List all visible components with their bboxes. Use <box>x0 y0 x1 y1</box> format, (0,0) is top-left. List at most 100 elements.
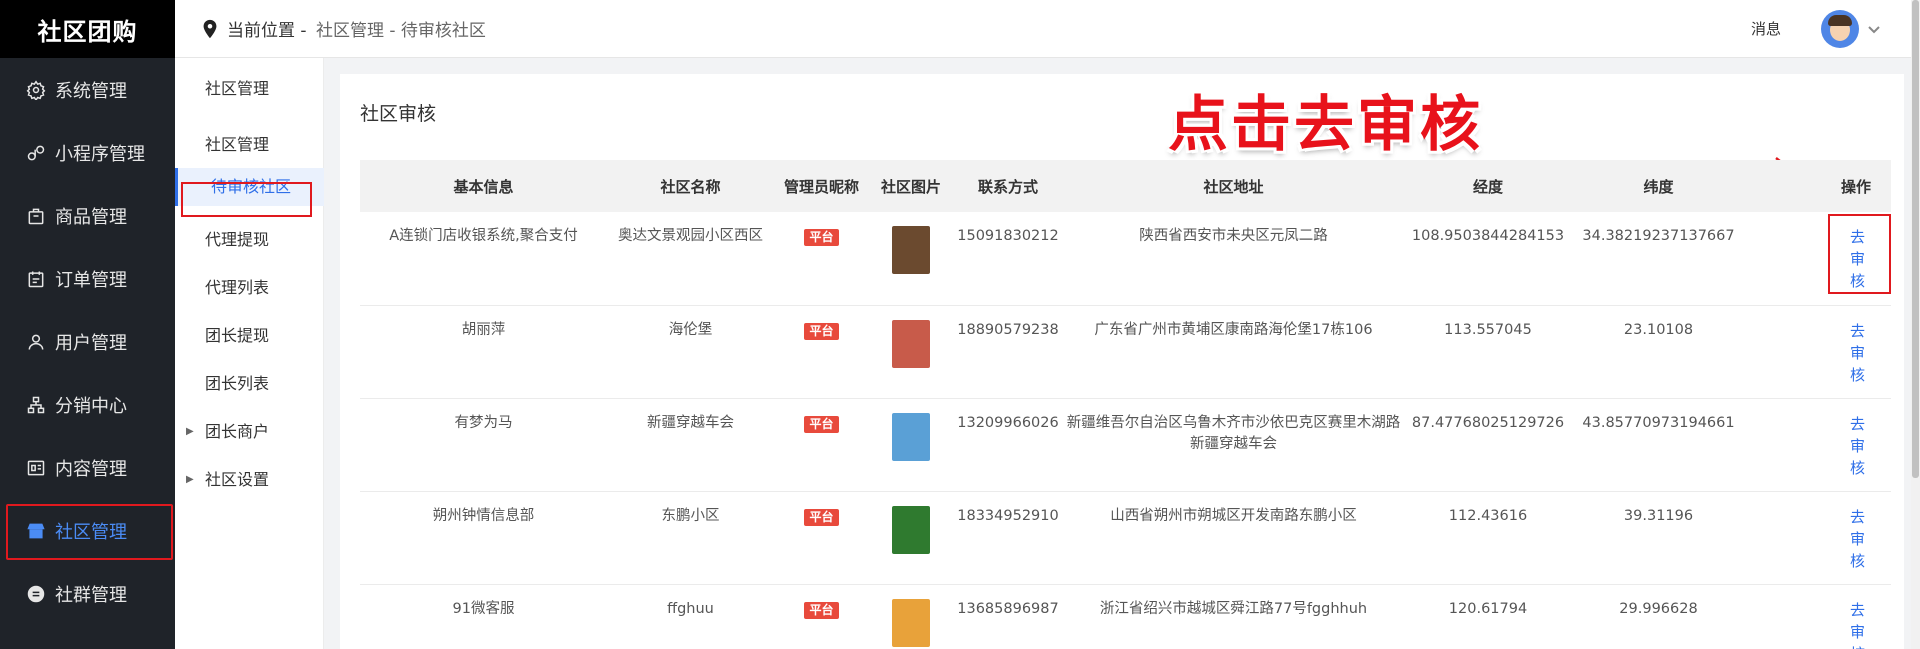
community-image[interactable] <box>892 226 930 274</box>
location-pin-icon <box>199 17 221 41</box>
avatar[interactable] <box>1821 9 1859 48</box>
cell-name: 海伦堡 <box>668 321 713 338</box>
review-link[interactable]: 去审核 <box>1847 320 1865 386</box>
caret-right-icon: ▶ <box>186 426 194 437</box>
cell-address: 浙江省绍兴市越城区舜江路77号fgghhuh <box>1099 600 1368 617</box>
sidebar-item-3[interactable]: 商品管理 <box>0 184 175 247</box>
main-sidebar: 社区团购 系统管理 小程序管理 商品管理 订单管理 用户管理 分销中心 内容管理 社区管理 社群… <box>0 0 175 649</box>
sidebar-item-label: 社群管理 <box>55 584 127 606</box>
cell-latitude: 39.31196 <box>1623 507 1694 524</box>
sidebar-item-6[interactable]: 分销中心 <box>0 373 175 436</box>
cell-phone: 13685896987 <box>957 600 1059 617</box>
review-link[interactable]: 去审核 <box>1847 599 1865 649</box>
table-row: 胡丽萍 海伦堡 平台 18890579238 广东省广州市黄埔区康南路海伦堡17栋106… <box>360 305 1891 398</box>
sub-item-leader-merchant[interactable]: ▶ 团长商户 <box>175 420 324 444</box>
breadcrumb: 当前位置 - 社区管理 - 待审核社区 <box>175 16 486 41</box>
header-longitude: 经度 <box>1472 177 1503 196</box>
community-table: 基本信息 社区名称 管理员昵称 社区图片 联系方式 社区地址 经度 纬度 操作 … <box>360 160 1891 649</box>
header-address: 社区地址 <box>1203 177 1264 196</box>
cell-name: 新疆穿越车会 <box>647 414 734 431</box>
cell-latitude: 34.38219237137667 <box>1582 228 1735 244</box>
sidebar-item-label: 小程序管理 <box>55 143 145 165</box>
header-community-image: 社区图片 <box>880 177 941 196</box>
table-row: 91微客服 ffghuu 平台 13685896987 浙江省绍兴市越城区舜江路77号f… <box>360 584 1891 649</box>
table-header-row: 基本信息 社区名称 管理员昵称 社区图片 联系方式 社区地址 经度 纬度 操作 <box>360 160 1891 212</box>
gear-icon <box>25 79 47 101</box>
breadcrumb-prefix: 当前位置 - <box>227 21 312 41</box>
page-title: 社区审核 <box>360 103 437 125</box>
cell-info: 朔州钟情信息部 <box>432 507 535 524</box>
sub-item-leader-withdraw[interactable]: 团长提现 <box>175 324 324 348</box>
cell-info: 胡丽萍 <box>461 321 506 338</box>
caret-right-icon: ▶ <box>186 474 194 485</box>
header-action: 操作 <box>1840 177 1871 196</box>
annotation-box-submenu <box>181 182 312 217</box>
sidebar-item-label: 商品管理 <box>55 206 127 228</box>
cell-address: 山西省朔州市朔城区开发南路东鹏小区 <box>1110 507 1357 524</box>
sidebar-item-8[interactable]: 社区管理 <box>0 499 175 562</box>
cell-info: 有梦为马 <box>454 414 513 431</box>
breadcrumb-path: 社区管理 - 待审核社区 <box>315 21 486 41</box>
cell-name: ffghuu <box>667 600 714 617</box>
header-latitude: 纬度 <box>1643 177 1674 196</box>
community-image[interactable] <box>892 319 930 368</box>
sidebar-item-5[interactable]: 用户管理 <box>0 310 175 373</box>
sidebar-item-1[interactable]: 系统管理 <box>0 58 175 121</box>
sub-item-community-settings[interactable]: ▶ 社区设置 <box>175 468 324 492</box>
cell-info: A连锁门店收银系统,聚合支付 <box>389 228 578 244</box>
cell-name: 东鹏小区 <box>661 507 720 524</box>
content-icon <box>25 457 47 479</box>
sub-item-agent-list[interactable]: 代理列表 <box>175 276 324 300</box>
cell-phone: 15091830212 <box>957 228 1059 244</box>
sub-menu: 社区管理 社区管理 待审核社区 代理提现 代理列表 团长提现 团长列表 ▶ 团长商… <box>175 58 324 649</box>
cell-phone: 18890579238 <box>957 321 1059 338</box>
store-icon <box>25 520 47 542</box>
group-icon <box>25 583 47 605</box>
header-admin-nickname: 管理员昵称 <box>783 177 859 196</box>
header-basic-info: 基本信息 <box>453 177 514 196</box>
top-bar: 当前位置 - 社区管理 - 待审核社区 消息 <box>175 0 1911 58</box>
cell-address: 广东省广州市黄埔区康南路海伦堡17栋106 <box>1094 321 1373 338</box>
sub-item-agent-withdraw[interactable]: 代理提现 <box>175 228 324 252</box>
miniprogram-icon <box>25 142 47 164</box>
chevron-down-icon[interactable] <box>1867 22 1881 36</box>
sidebar-item-label: 分销中心 <box>55 395 127 417</box>
review-link[interactable]: 去审核 <box>1847 506 1865 572</box>
cell-phone: 18334952910 <box>957 507 1059 524</box>
admin-badge: 平台 <box>804 601 839 619</box>
cell-longitude: 112.43616 <box>1448 507 1528 524</box>
cell-info: 91微客服 <box>452 600 515 617</box>
cell-address: 新疆维吾尔自治区乌鲁木齐市沙依巴克区赛里木湖路新疆穿越车会 <box>1066 414 1401 452</box>
admin-badge: 平台 <box>804 508 839 526</box>
admin-badge: 平台 <box>804 415 839 433</box>
sub-item-leader-list[interactable]: 团长列表 <box>175 372 324 396</box>
sidebar-item-9[interactable]: 社群管理 <box>0 562 175 625</box>
annotation-box-action <box>1828 214 1891 294</box>
community-image[interactable] <box>892 598 930 647</box>
sidebar-item-2[interactable]: 小程序管理 <box>0 121 175 184</box>
message-link[interactable]: 消息 <box>1751 18 1781 39</box>
calendar-icon <box>25 268 47 290</box>
sidebar-item-label: 系统管理 <box>55 80 127 102</box>
admin-badge: 平台 <box>804 229 839 246</box>
cell-latitude: 43.85770973194661 <box>1582 414 1735 431</box>
sidebar-item-label: 社区管理 <box>55 521 127 543</box>
admin-badge: 平台 <box>804 322 839 340</box>
sidebar-item-4[interactable]: 订单管理 <box>0 247 175 310</box>
table-row: A连锁门店收银系统,聚合支付 奥达文景观园小区西区 平台 15091830212 陕西省… <box>360 212 1891 305</box>
sub-item-community-manage[interactable]: 社区管理 <box>175 133 324 157</box>
sidebar-item-7[interactable]: 内容管理 <box>0 436 175 499</box>
cell-latitude: 23.10108 <box>1623 321 1694 338</box>
review-link[interactable]: 去审核 <box>1847 413 1865 479</box>
header-contact: 联系方式 <box>977 177 1038 196</box>
cell-longitude: 108.9503844284153 <box>1411 228 1565 244</box>
bag-icon <box>25 205 47 227</box>
page-scrollbar[interactable] <box>1911 0 1920 649</box>
community-image[interactable] <box>892 412 930 461</box>
community-image[interactable] <box>892 505 930 554</box>
header-community-name: 社区名称 <box>660 177 721 196</box>
cell-name: 奥达文景观园小区西区 <box>618 228 763 244</box>
cell-address: 陕西省西安市未央区元凤二路 <box>1139 228 1328 244</box>
table-row: 朔州钟情信息部 东鹏小区 平台 18334952910 山西省朔州市朔城区开发南路东鹏小… <box>360 491 1891 584</box>
user-icon <box>25 331 47 353</box>
